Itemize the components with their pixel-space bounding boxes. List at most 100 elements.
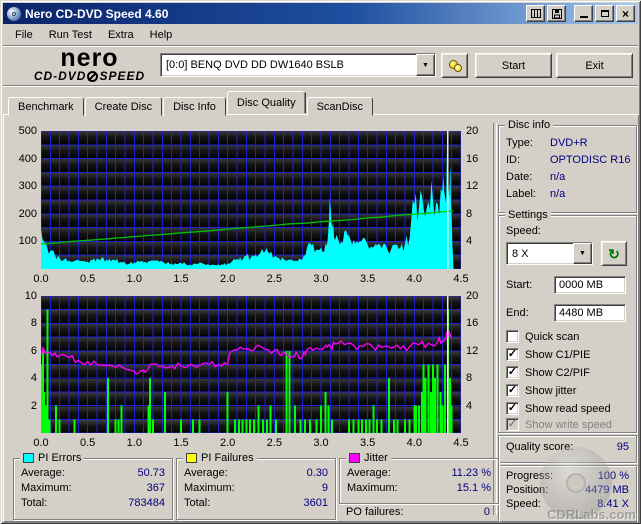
scan-speed-row: Speed: 8.41 X (499, 497, 636, 511)
settings-group: Settings Speed: 8 X ▼ ↻ Start: End: Quic… (498, 209, 637, 433)
scan-speed-label: Speed: (506, 498, 541, 510)
quick-scan-checkbox-box[interactable] (506, 330, 519, 343)
menu-extra[interactable]: Extra (100, 27, 142, 43)
position-value: 4479 MB (584, 484, 629, 496)
menu-file[interactable]: File (7, 27, 41, 43)
pi-failures-total-label: Total: (184, 497, 211, 509)
disc-label-label: Label: (506, 188, 536, 200)
show-jitter-label: Show jitter (525, 384, 577, 397)
axis-tick-label: 2 (30, 399, 37, 412)
show-c1-pie-checkbox-box[interactable] (506, 348, 519, 361)
logo-sub-right: SPEED (99, 69, 146, 83)
close-button[interactable]: × (616, 5, 635, 22)
nero-logo-word: nero (60, 44, 119, 72)
quick-scan-checkbox[interactable]: Quick scan (506, 330, 579, 343)
tab-benchmark[interactable]: Benchmark (8, 97, 84, 116)
start-button[interactable]: Start (475, 53, 552, 78)
show-jitter-checkbox[interactable]: Show jitter (506, 384, 576, 397)
show-jitter-checkbox-box[interactable] (506, 384, 519, 397)
pi-failures-stats-body: Average: 0.30 Maximum: 9 Total: 3601 (177, 459, 335, 510)
axis-tick-label: 1.5 (173, 273, 189, 285)
jitter-maximum-value: 15.1 % (456, 482, 491, 494)
show-c2-pif-checkbox-box[interactable] (506, 366, 519, 379)
show-write-speed-label: Show write speed (525, 418, 612, 431)
disc-id-value: OPTODISC R16 (550, 154, 631, 166)
minimize-button[interactable] (574, 5, 593, 22)
menu-run-test[interactable]: Run Test (41, 27, 100, 43)
refresh-speed-button[interactable]: ↻ (601, 241, 627, 266)
app-disc-icon (7, 6, 21, 21)
drive-select-arrow[interactable]: ▼ (416, 54, 435, 76)
save-floppy-icon (551, 8, 562, 19)
end-position-input[interactable] (554, 304, 626, 322)
axis-tick-label: 4.5 (453, 437, 469, 449)
maximize-button[interactable] (595, 5, 614, 22)
disc-type-label: Type: (506, 137, 533, 149)
jitter-stats-body: Average: 11.23 % Maximum: 15.1 % (340, 459, 498, 495)
pi-failures-legend: PI Failures (183, 452, 257, 464)
show-c1-pie-checkbox[interactable]: Show C1/PIE (506, 348, 590, 361)
axis-tick-label: 8 (466, 372, 473, 385)
axis-tick-label: 20 (466, 290, 479, 302)
start-position-row: Start: (506, 276, 626, 294)
save-button[interactable] (547, 5, 566, 22)
pi-errors-average-value: 50.73 (137, 467, 165, 479)
disc-logo-icon (87, 70, 99, 82)
axis-tick-label: 100 (18, 235, 37, 248)
quality-score-row: Quality score: 95 (499, 436, 636, 454)
tab-disc-info[interactable]: Disc Info (163, 97, 226, 116)
pi-failures-average-value: 0.30 (306, 467, 328, 479)
pi-errors-maximum-row: Maximum: 367 (14, 481, 172, 495)
axis-tick-label: 0.5 (80, 437, 96, 449)
quality-score-group: Quality score: 95 (498, 435, 637, 463)
axis-tick-label: 0.0 (33, 273, 49, 285)
tab-disc-quality[interactable]: Disc Quality (226, 91, 306, 114)
pi-errors-total-row: Total: 783484 (14, 496, 172, 510)
exit-button[interactable]: Exit (556, 53, 633, 78)
pi-errors-stats-body: Average: 50.73 Maximum: 367 Total: 783484 (14, 459, 172, 510)
axis-tick-label: 4 (466, 399, 473, 412)
pi-failures-average-row: Average: 0.30 (177, 466, 335, 480)
start-position-label: Start: (506, 279, 533, 291)
window-list-button[interactable] (526, 5, 545, 22)
speed-select[interactable]: 8 X ▼ (506, 242, 593, 265)
disc-quality-tab-page: 100 200 300 400 500 4 8 12 16 20 0.0 0.5 1.0 1.5 2.0 2.… (3, 114, 640, 523)
disc-date-label: Date: (506, 171, 533, 183)
pi-errors-maximum-value: 367 (146, 482, 165, 494)
show-read-speed-label: Show read speed (525, 402, 611, 415)
pi-failures-average-label: Average: (184, 467, 228, 479)
maximize-icon (600, 10, 609, 17)
end-position-row: End: (506, 304, 626, 322)
panel-divider (493, 123, 497, 515)
window-list-icon (530, 9, 541, 18)
show-read-speed-checkbox[interactable]: Show read speed (506, 402, 611, 415)
axis-tick-label: 1.0 (126, 437, 142, 449)
show-read-speed-checkbox-box[interactable] (506, 402, 519, 415)
start-position-input[interactable] (554, 276, 626, 294)
axis-tick-label: 12 (466, 180, 479, 193)
pi-errors-plot (41, 131, 461, 269)
speed-select-arrow[interactable]: ▼ (573, 243, 592, 264)
refresh-icon: ↻ (608, 245, 620, 262)
progress-label: Progress: (506, 470, 554, 482)
eject-disc-button[interactable] (441, 53, 468, 78)
pi-errors-swatch-icon (23, 453, 34, 463)
axis-tick-label: 4.5 (453, 273, 469, 285)
minimize-icon (579, 15, 588, 18)
jitter-average-row: Average: 11.23 % (340, 466, 498, 480)
drive-select[interactable]: [0:0] BENQ DVD DD DW1640 BSLB ▼ (160, 53, 436, 77)
nero-logo: nero CD-DVD SPEED (17, 44, 162, 84)
progress-group: Progress: 100 % Position: 4479 MB Speed: 8.… (498, 465, 637, 523)
axis-tick-label: 16 (466, 317, 479, 330)
pi-failures-title: PI Failures (201, 452, 254, 464)
show-c2-pif-checkbox[interactable]: Show C2/PIF (506, 366, 590, 379)
axis-tick-label: 0.5 (80, 273, 96, 285)
speed-label: Speed: (506, 225, 541, 237)
tab-create-disc[interactable]: Create Disc (84, 97, 163, 116)
tab-scandisc[interactable]: ScanDisc (306, 97, 374, 116)
jitter-maximum-label: Maximum: (347, 482, 398, 494)
jitter-legend: Jitter (346, 452, 391, 464)
pi-errors-maximum-label: Maximum: (21, 482, 72, 494)
axis-tick-label: 2.5 (266, 437, 282, 449)
menu-help[interactable]: Help (142, 27, 181, 43)
